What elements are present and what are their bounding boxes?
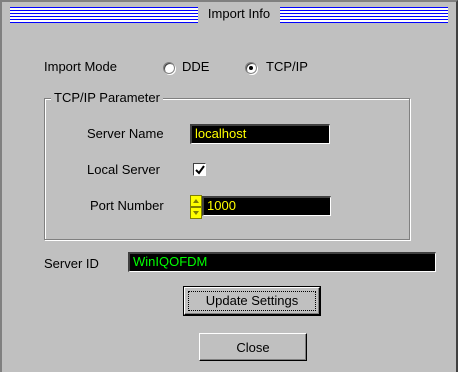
- dialog-title: Import Info: [198, 5, 280, 23]
- spin-up-button[interactable]: [190, 195, 202, 207]
- port-number-spinner: [190, 195, 202, 219]
- local-server-checkbox[interactable]: [193, 163, 206, 176]
- arrow-down-icon: [193, 211, 199, 215]
- close-button[interactable]: Close: [199, 333, 307, 361]
- server-id-label: Server ID: [44, 256, 99, 271]
- server-name-label: Server Name: [87, 126, 164, 141]
- radio-dde-label[interactable]: DDE: [182, 59, 209, 75]
- checkmark-icon: [195, 165, 205, 175]
- port-number-label: Port Number: [90, 198, 164, 213]
- radio-tcpip-indicator[interactable]: [245, 62, 257, 74]
- close-button-label: Close: [236, 340, 270, 355]
- import-info-dialog: Import Info Import Mode DDE TCP/IP TCP/I…: [0, 0, 458, 372]
- radio-dde-indicator[interactable]: [163, 62, 175, 74]
- local-server-label: Local Server: [87, 162, 160, 177]
- port-number-input[interactable]: 1000: [202, 196, 331, 216]
- server-id-field[interactable]: WinIQOFDM: [128, 252, 436, 272]
- spin-down-button[interactable]: [190, 207, 202, 219]
- update-settings-button[interactable]: Update Settings: [183, 286, 321, 316]
- update-settings-button-label: Update Settings: [188, 291, 316, 311]
- title-bar[interactable]: Import Info: [2, 2, 456, 28]
- radio-tcpip-label[interactable]: TCP/IP: [266, 59, 308, 75]
- server-name-input[interactable]: localhost: [190, 124, 330, 144]
- tcpip-parameter-legend: TCP/IP Parameter: [51, 90, 163, 106]
- arrow-up-icon: [193, 199, 199, 203]
- import-mode-label: Import Mode: [44, 59, 117, 74]
